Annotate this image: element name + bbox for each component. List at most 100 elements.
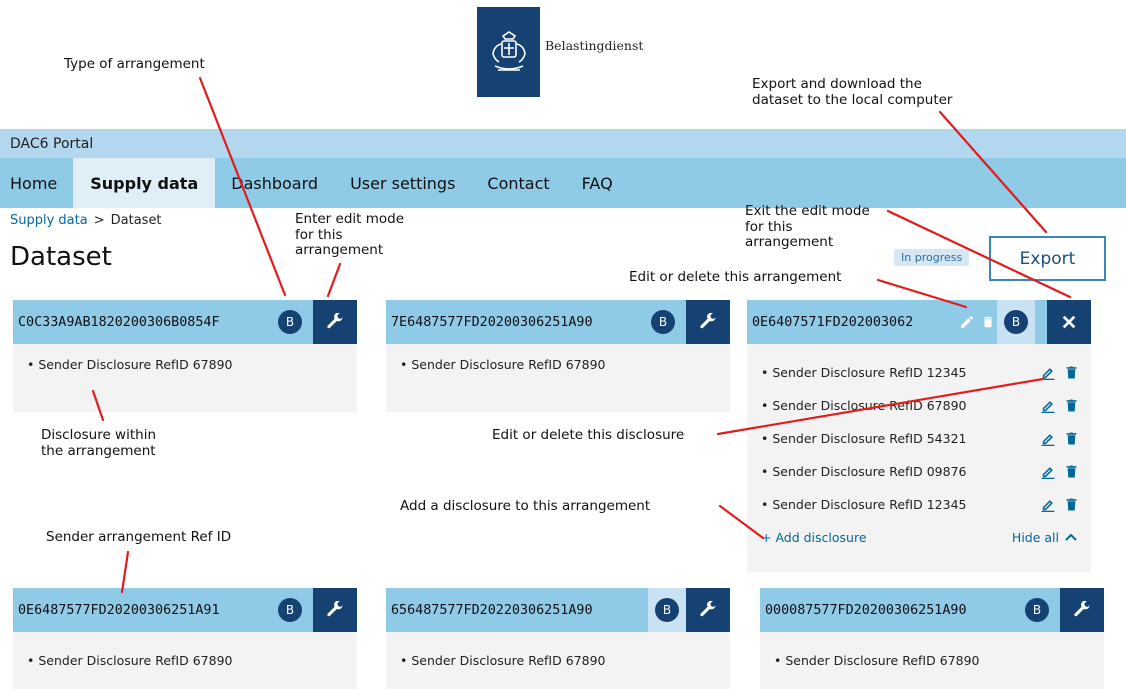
arrangement-type-badge: B — [1025, 598, 1049, 622]
wrench-icon — [700, 601, 717, 617]
status-badge: In progress — [894, 249, 970, 266]
page-title: Dataset — [10, 242, 112, 272]
arrangement-header: 7E6487577FD20200306251A90 B — [386, 300, 730, 344]
disclosure-item: • Sender Disclosure RefID 67890 — [400, 348, 716, 381]
disclosure-text: Sender Disclosure RefID 67890 — [772, 398, 967, 413]
disclosure-item: • Sender Disclosure RefID 67890 — [27, 348, 343, 381]
arrow-sender-ref — [120, 550, 130, 594]
arrangement-header: 0E6407571FD202003062 B — [747, 300, 1091, 344]
disclosure-text: Sender Disclosure RefID 67890 — [38, 653, 233, 668]
trash-icon[interactable] — [1066, 432, 1077, 445]
logo — [477, 7, 540, 97]
arrangement-card-editing: 0E6407571FD202003062 B • Sender Disclosu… — [747, 300, 1091, 572]
hide-all-label: Hide all — [1011, 530, 1059, 545]
annotation-line: for this — [295, 226, 343, 243]
card-footer: + Add disclosure Hide all — [761, 521, 1077, 554]
edit-icon[interactable] — [1040, 432, 1056, 446]
disclosure-label: • Sender Disclosure RefID 54321 — [761, 431, 967, 446]
edit-mode-button[interactable] — [1060, 588, 1104, 632]
annotation-line: Export and download the — [752, 76, 922, 92]
wrench-icon — [327, 601, 344, 617]
disclosure-item: • Sender Disclosure RefID 67890 — [774, 644, 1090, 677]
nav-dashboard[interactable]: Dashboard — [215, 158, 334, 208]
disclosure-actions — [1040, 366, 1077, 380]
annotation-export: Export and download the dataset to the l… — [752, 76, 953, 108]
disclosure-label: • Sender Disclosure RefID 12345 — [761, 497, 967, 512]
pencil-icon[interactable] — [959, 314, 975, 330]
arrangement-type-badge: B — [1004, 310, 1028, 334]
annotation-line: for this — [745, 218, 793, 235]
arrangement-type-badge: B — [278, 598, 302, 622]
edit-icon[interactable] — [1040, 366, 1056, 380]
disclosure-actions — [1040, 399, 1077, 413]
nav-home[interactable]: Home — [0, 158, 73, 208]
edit-icon[interactable] — [1040, 498, 1056, 512]
annotation-sender-ref: Sender arrangement Ref ID — [46, 529, 232, 545]
disclosure-label: • Sender Disclosure RefID 67890 — [761, 398, 967, 413]
wrench-icon — [1074, 601, 1091, 617]
arrangement-type-badge: B — [651, 310, 675, 334]
annotation-line: Disclosure within — [41, 427, 157, 443]
trash-icon[interactable] — [1066, 465, 1077, 478]
add-disclosure-link[interactable]: + Add disclosure — [761, 530, 867, 545]
breadcrumb-supply-data[interactable]: Supply data — [10, 213, 88, 228]
arrangement-type-zone: B — [648, 588, 686, 632]
arrangement-ref-id: 0E6487577FD20200306251A91 — [18, 602, 220, 618]
disclosure-label: • Sender Disclosure RefID 67890 — [27, 357, 233, 372]
export-button[interactable]: Export — [989, 236, 1106, 281]
disclosure-label: • Sender Disclosure RefID 67890 — [27, 653, 233, 668]
coat-of-arms-icon — [491, 31, 526, 71]
disclosure-item: • Sender Disclosure RefID 67890 — [761, 389, 1077, 422]
trash-icon[interactable] — [1066, 399, 1077, 412]
disclosure-text: Sender Disclosure RefID 12345 — [772, 497, 967, 512]
annotation-line: dataset to the local computer — [752, 91, 953, 108]
disclosure-item: • Sender Disclosure RefID 67890 — [27, 644, 343, 677]
edit-icon[interactable] — [1040, 399, 1056, 413]
edit-mode-button[interactable] — [313, 588, 357, 632]
disclosure-label: • Sender Disclosure RefID 67890 — [400, 653, 606, 668]
breadcrumb-current: Dataset — [110, 213, 162, 228]
arrangement-ref-id: 7E6487577FD20200306251A90 — [391, 314, 593, 330]
annotation-exit-edit: Exit the edit mode for this arrangement — [745, 203, 870, 251]
trash-icon[interactable] — [981, 314, 995, 330]
exit-edit-button[interactable] — [1047, 300, 1091, 344]
arrangement-type-zone: B — [997, 300, 1035, 344]
arrangement-header: 656487577FD20220306251A90 B — [386, 588, 730, 632]
arrangement-header: 0E6487577FD20200306251A91 B — [13, 588, 357, 632]
arrangement-card: C0C33A9AB1820200306B0854F B • Sender Dis… — [13, 300, 357, 412]
disclosure-text: Sender Disclosure RefID 67890 — [38, 357, 233, 372]
arrangement-type-badge: B — [278, 310, 302, 334]
brand-name: Belastingdienst — [545, 38, 644, 53]
nav-supply-data[interactable]: Supply data — [73, 158, 216, 208]
edit-mode-button[interactable] — [686, 300, 730, 344]
breadcrumb: Supply data > Dataset — [10, 213, 162, 228]
trash-icon[interactable] — [1066, 498, 1077, 511]
annotation-line: arrangement — [295, 242, 384, 259]
arrangement-header: 000087577FD20200306251A90 B — [760, 588, 1104, 632]
edit-mode-button[interactable] — [313, 300, 357, 344]
disclosure-text: Sender Disclosure RefID 12345 — [772, 365, 967, 380]
portal-title: DAC6 Portal — [10, 135, 94, 152]
hide-all-link[interactable]: Hide all — [1012, 530, 1077, 545]
disclosure-item: • Sender Disclosure RefID 09876 — [761, 455, 1077, 488]
disclosure-label: • Sender Disclosure RefID 67890 — [774, 653, 980, 668]
arrangement-ref-id: 000087577FD20200306251A90 — [765, 602, 967, 618]
nav-faq[interactable]: FAQ — [566, 158, 629, 208]
main-nav: Home Supply data Dashboard User settings… — [0, 158, 1126, 208]
arrangement-ref-id: 656487577FD20220306251A90 — [391, 602, 593, 618]
annotation-enter-edit: Enter edit mode for this arrangement — [295, 211, 404, 259]
disclosure-actions — [1040, 432, 1077, 446]
disclosure-item: • Sender Disclosure RefID 67890 — [400, 644, 716, 677]
disclosure-actions — [1040, 465, 1077, 479]
edit-icon[interactable] — [1040, 465, 1056, 479]
disclosure-text: Sender Disclosure RefID 09876 — [772, 464, 967, 479]
nav-user-settings[interactable]: User settings — [334, 158, 471, 208]
disclosure-label: • Sender Disclosure RefID 67890 — [400, 357, 606, 372]
disclosure-item: • Sender Disclosure RefID 54321 — [761, 422, 1077, 455]
disclosure-text: Sender Disclosure RefID 67890 — [785, 653, 980, 668]
edit-mode-button[interactable] — [686, 588, 730, 632]
trash-icon[interactable] — [1066, 366, 1077, 379]
arrangement-type-badge: B — [655, 598, 679, 622]
nav-contact[interactable]: Contact — [471, 158, 565, 208]
annotation-line: Exit the edit mode — [745, 203, 870, 219]
